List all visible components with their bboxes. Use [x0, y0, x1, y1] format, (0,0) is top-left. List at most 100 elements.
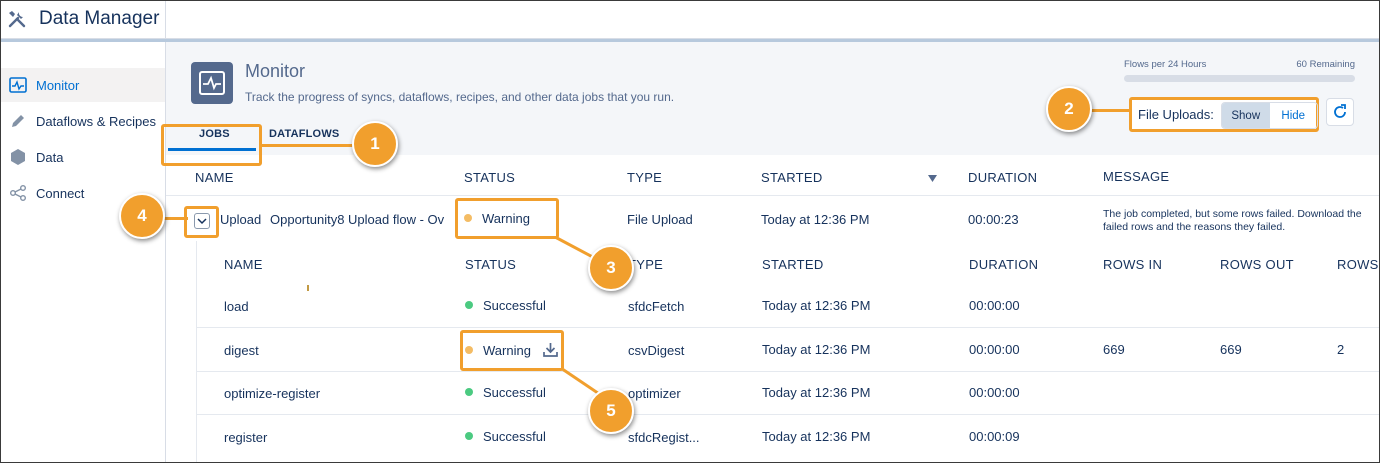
status-text: Successful	[483, 298, 546, 313]
tools-icon	[8, 11, 26, 28]
download-warning-highlight	[460, 330, 564, 371]
success-status-dot	[465, 388, 473, 396]
pencil-icon	[9, 112, 27, 130]
flows-remaining-label: 60 Remaining	[1296, 59, 1355, 70]
expand-button-highlight	[184, 206, 219, 238]
hide-button[interactable]: Hide	[1270, 103, 1318, 128]
node-rows-in: 669	[1103, 342, 1125, 357]
jobs-table: NAME STATUS TYPE STARTED DURATION MESSAG…	[166, 155, 1379, 462]
sidebar-item-label: Monitor	[36, 77, 80, 93]
status-text: Successful	[483, 429, 546, 444]
sidebar: Monitor Dataflows & Recipes Data Connect	[1, 42, 166, 462]
sidebar-item-monitor[interactable]: Monitor	[1, 68, 165, 102]
node-type: csvDigest	[628, 343, 685, 358]
row-divider	[197, 371, 1379, 372]
column-header-duration[interactable]: DURATION	[968, 170, 1037, 185]
node-rows-out: 669	[1220, 342, 1242, 357]
text-cursor-mark	[307, 285, 309, 291]
node-status: Successful	[465, 429, 546, 444]
job-nodes-table: NAME STATUS TYPE STARTED DURATION ROWS I…	[196, 241, 1379, 462]
row-divider	[197, 327, 1379, 328]
page-description: Track the progress of syncs, dataflows, …	[245, 90, 675, 104]
job-started: Today at 12:36 PM	[761, 212, 870, 227]
job-message-line-2: failed rows and the reasons they failed.	[1103, 221, 1286, 233]
subcolumn-header-started: STARTED	[762, 257, 824, 272]
app-title: Data Manager	[39, 8, 160, 29]
node-status: Successful	[465, 385, 546, 400]
share-icon	[9, 184, 27, 202]
success-status-dot	[465, 432, 473, 440]
subcolumn-header-rows: ROWS	[1337, 257, 1379, 272]
file-uploads-toggle-group: File Uploads: Show Hide	[1129, 97, 1319, 132]
callout-2: 2	[1046, 86, 1092, 132]
success-status-dot	[465, 301, 473, 309]
subcolumn-header-status: STATUS	[465, 257, 517, 272]
job-status-highlight	[455, 198, 559, 239]
job-name[interactable]: Opportunity8 Upload flow - Ov	[270, 212, 446, 227]
node-duration: 00:00:00	[969, 298, 1020, 313]
sort-desc-icon[interactable]	[928, 175, 937, 182]
sidebar-item-label: Connect	[36, 185, 85, 201]
column-header-started[interactable]: STARTED	[761, 170, 823, 185]
subcolumn-header-rows-out: ROWS OUT	[1220, 257, 1294, 272]
sidebar-item-label: Data	[36, 149, 64, 165]
callout-1-leader	[259, 144, 355, 147]
callout-4-leader	[164, 217, 188, 220]
node-started: Today at 12:36 PM	[762, 429, 871, 444]
subcolumn-header-duration: DURATION	[969, 257, 1039, 272]
node-duration: 00:00:00	[969, 342, 1020, 357]
job-duration: 00:00:23	[968, 212, 1019, 227]
sidebar-item-label: Dataflows & Recipes	[36, 113, 156, 129]
node-type: optimizer	[628, 386, 681, 401]
column-header-status[interactable]: STATUS	[464, 170, 515, 185]
column-header-type[interactable]: TYPE	[627, 170, 662, 185]
refresh-icon	[1334, 104, 1346, 118]
node-started: Today at 12:36 PM	[762, 342, 871, 357]
column-header-name[interactable]: NAME	[195, 170, 234, 185]
topbar-divider	[165, 1, 166, 39]
screenshot-frame: Data Manager Monitor Dataflows & Recipes…	[0, 0, 1380, 463]
node-name: register	[224, 430, 268, 445]
node-duration: 00:00:09	[969, 429, 1020, 444]
tab-dataflows[interactable]: DATAFLOWS	[269, 128, 339, 140]
file-uploads-segmented-control: Show Hide	[1221, 102, 1318, 129]
job-type-label: Upload	[220, 212, 262, 227]
job-type: File Upload	[627, 212, 693, 227]
top-bar: Data Manager	[1, 1, 1379, 39]
row-divider	[197, 414, 1379, 415]
hexagon-icon	[9, 148, 27, 166]
subcolumn-header-rows-in: ROWS IN	[1103, 257, 1163, 272]
callout-4: 4	[119, 193, 165, 239]
monitor-icon	[9, 76, 27, 94]
monitor-header-icon	[191, 62, 233, 104]
node-name: digest	[224, 343, 259, 358]
node-rows: 2	[1337, 342, 1345, 357]
node-name: optimize-register	[224, 386, 321, 401]
node-status: Successful	[465, 298, 546, 313]
show-button[interactable]: Show	[1222, 103, 1270, 128]
node-started: Today at 12:36 PM	[762, 298, 871, 313]
column-header-message[interactable]: MESSAGE	[1103, 169, 1169, 184]
node-started: Today at 12:36 PM	[762, 385, 871, 400]
subcolumn-header-name: NAME	[224, 257, 263, 272]
file-uploads-label: File Uploads:	[1138, 107, 1214, 122]
flows-usage-bar	[1124, 75, 1355, 82]
flows-per-day-label: Flows per 24 Hours	[1124, 59, 1207, 70]
page-title: Monitor	[245, 61, 306, 81]
job-message-line-1: The job completed, but some rows failed.…	[1103, 208, 1362, 220]
sidebar-item-dataflows[interactable]: Dataflows & Recipes	[1, 104, 165, 138]
node-type: sfdcFetch	[628, 299, 685, 314]
callout-5: 5	[588, 388, 634, 434]
jobs-tab-highlight	[161, 124, 262, 166]
callout-2-leader	[1091, 109, 1131, 112]
node-name: load	[224, 299, 249, 314]
callout-1: 1	[352, 121, 398, 167]
main-content: Monitor Track the progress of syncs, dat…	[161, 42, 1379, 462]
status-text: Successful	[483, 385, 546, 400]
row-divider	[166, 195, 1379, 196]
sidebar-item-data[interactable]: Data	[1, 140, 165, 174]
node-duration: 00:00:00	[969, 385, 1020, 400]
callout-3: 3	[588, 245, 634, 291]
refresh-button[interactable]	[1326, 98, 1354, 126]
node-type: sfdcRegist...	[628, 430, 700, 445]
